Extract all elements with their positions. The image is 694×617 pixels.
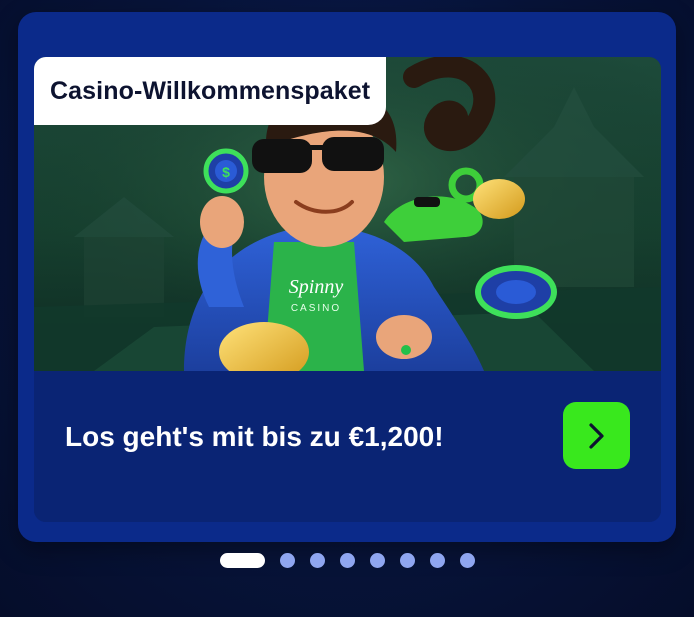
carousel-dot[interactable] bbox=[400, 552, 415, 568]
hero-logo-subtext: CASINO bbox=[291, 303, 341, 314]
carousel-dot[interactable] bbox=[460, 552, 475, 568]
chevron-right-icon bbox=[588, 422, 604, 449]
promo-offer-text: Los geht's mit bis zu €1,200! bbox=[65, 421, 444, 452]
hero-chip-symbol: $ bbox=[222, 164, 230, 180]
carousel-dot[interactable] bbox=[430, 552, 445, 568]
carousel-dot[interactable] bbox=[310, 552, 325, 568]
promo-card[interactable]: Spinny CASINO $ Casino-Willkommenspaket … bbox=[34, 57, 661, 522]
carousel-pagination bbox=[220, 552, 490, 568]
carousel-dot[interactable] bbox=[370, 552, 385, 568]
hero-image[interactable]: Spinny CASINO $ Casino-Willkommenspaket bbox=[34, 57, 661, 371]
carousel-dot[interactable] bbox=[280, 552, 295, 568]
carousel-dot-active[interactable] bbox=[220, 552, 265, 568]
promo-widget: Spinny CASINO $ Casino-Willkommenspaket … bbox=[0, 0, 694, 617]
carousel-dot[interactable] bbox=[340, 552, 355, 568]
hero-logo-text: Spinny bbox=[289, 276, 344, 298]
promo-footer: Los geht's mit bis zu €1,200! bbox=[34, 371, 661, 522]
promo-go-button[interactable] bbox=[563, 402, 630, 469]
promo-category-badge: Casino-Willkommenspaket bbox=[34, 57, 387, 125]
